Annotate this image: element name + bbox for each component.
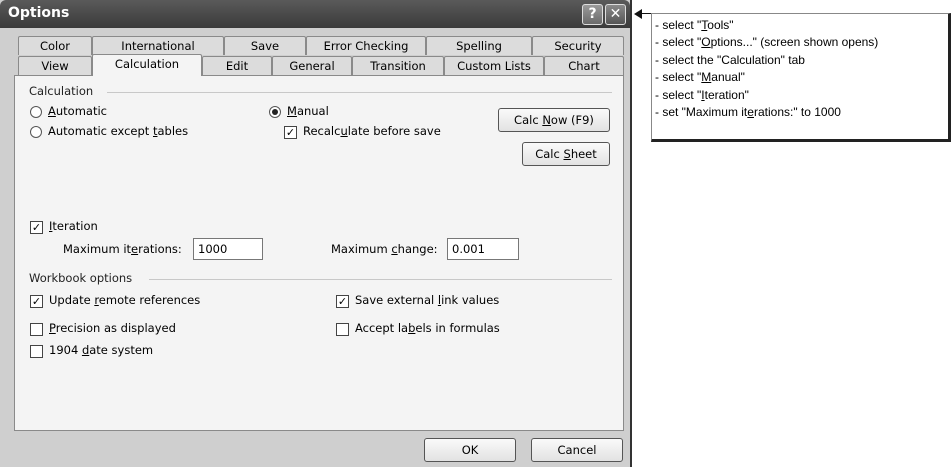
precision-as-displayed-label[interactable]: Precision as displayed — [49, 321, 176, 335]
maximum-change-field[interactable]: 0.001 — [447, 238, 519, 260]
options-dialog: Options ? ✕ Color International Save Err… — [0, 0, 632, 467]
instruction-step: - select "Options..." (screen shown open… — [655, 35, 879, 50]
precision-as-displayed-checkbox[interactable] — [30, 323, 43, 336]
accept-labels-in-formulas-label[interactable]: Accept labels in formulas — [355, 321, 500, 335]
calculation-group-label: Calculation — [29, 84, 94, 98]
instruction-step: - select the "Calculation" tab — [655, 52, 805, 67]
callout-arrow-icon — [634, 9, 642, 19]
workbook-options-group-label: Workbook options — [29, 271, 133, 285]
tab-spelling[interactable]: Spelling — [426, 36, 532, 55]
group-divider — [107, 92, 612, 93]
title-bar[interactable]: Options ? ✕ — [0, 0, 630, 28]
1904-date-system-label[interactable]: 1904 date system — [49, 343, 153, 357]
tab-view[interactable]: View — [18, 56, 92, 75]
instruction-step: - select "Manual" — [655, 70, 745, 85]
manual-label[interactable]: Manual — [287, 104, 329, 118]
tab-transition[interactable]: Transition — [352, 56, 444, 75]
close-button[interactable]: ✕ — [605, 4, 626, 25]
save-external-link-values-label[interactable]: Save external link values — [355, 293, 499, 307]
tab-calculation[interactable]: Calculation — [92, 54, 202, 76]
cancel-button[interactable]: Cancel — [531, 438, 623, 462]
tab-security[interactable]: Security — [532, 36, 624, 55]
calc-sheet-button[interactable]: Calc Sheet — [522, 142, 610, 166]
calculation-page: Calculation Automatic Automatic except t… — [14, 75, 624, 431]
recalculate-before-save-checkbox[interactable]: ✓ — [284, 126, 297, 139]
group-divider — [149, 279, 612, 280]
help-button[interactable]: ? — [582, 4, 603, 25]
iteration-label[interactable]: Iteration — [49, 219, 98, 233]
1904-date-system-checkbox[interactable] — [30, 345, 43, 358]
ok-button[interactable]: OK — [424, 438, 516, 462]
instruction-step: - select "Iteration" — [655, 87, 749, 102]
automatic-radio[interactable] — [30, 106, 42, 118]
maximum-change-label: Maximum change: — [331, 242, 438, 256]
automatic-except-tables-radio[interactable] — [30, 126, 42, 138]
iteration-checkbox[interactable]: ✓ — [30, 221, 43, 234]
tab-custom-lists[interactable]: Custom Lists — [444, 56, 544, 75]
tab-save[interactable]: Save — [224, 36, 306, 55]
instructions-callout: - select "Tools" - select "Options..." (… — [651, 13, 951, 142]
calc-now-button[interactable]: Calc Now (F9) — [498, 108, 610, 132]
tab-general[interactable]: General — [272, 56, 352, 75]
instruction-step: - set "Maximum iterations:" to 1000 — [655, 105, 841, 120]
tab-color[interactable]: Color — [18, 36, 92, 55]
tab-error-checking[interactable]: Error Checking — [306, 36, 426, 55]
automatic-label[interactable]: Automatic — [48, 104, 107, 118]
maximum-iterations-field[interactable]: 1000 — [193, 238, 263, 260]
instruction-step: - select "Tools" — [655, 18, 734, 32]
maximum-iterations-label: Maximum iterations: — [63, 242, 182, 256]
dialog-title: Options — [8, 5, 70, 21]
automatic-except-tables-label[interactable]: Automatic except tables — [48, 124, 188, 138]
save-external-link-values-checkbox[interactable]: ✓ — [336, 295, 349, 308]
tab-chart[interactable]: Chart — [544, 56, 624, 75]
update-remote-references-checkbox[interactable]: ✓ — [30, 295, 43, 308]
tab-edit[interactable]: Edit — [202, 56, 272, 75]
accept-labels-in-formulas-checkbox[interactable] — [336, 323, 349, 336]
recalculate-before-save-label[interactable]: Recalculate before save — [303, 124, 441, 138]
tab-international[interactable]: International — [92, 36, 224, 55]
update-remote-references-label[interactable]: Update remote references — [49, 293, 200, 307]
manual-radio[interactable] — [269, 106, 281, 118]
